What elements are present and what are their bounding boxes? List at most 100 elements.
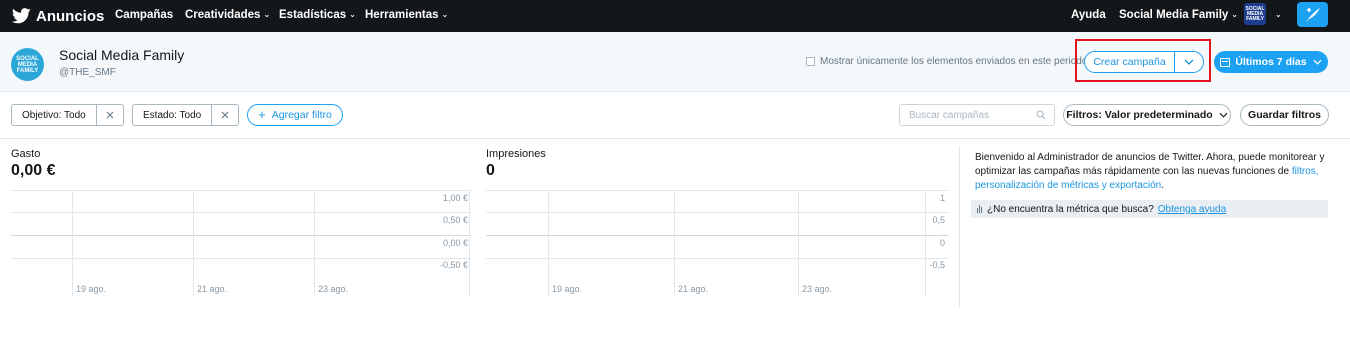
welcome-period: . bbox=[1161, 180, 1164, 191]
nav-creatives[interactable]: Creatividades ⌄ bbox=[185, 9, 270, 21]
nav-analytics[interactable]: Estadísticas ⌄ bbox=[279, 9, 356, 21]
search-icon bbox=[1036, 110, 1046, 120]
help-question: ¿No encuentra la métrica que busca? bbox=[987, 203, 1154, 215]
gridline bbox=[11, 258, 471, 259]
impressions-value: 0 bbox=[486, 162, 495, 179]
help-label: Ayuda bbox=[1071, 9, 1106, 21]
create-campaign-dropdown[interactable] bbox=[1174, 51, 1204, 73]
objective-filter-label[interactable]: Objetivo: Todo bbox=[12, 105, 97, 125]
gridline bbox=[486, 190, 948, 191]
close-icon[interactable] bbox=[212, 105, 238, 125]
save-filters-button[interactable]: Guardar filtros bbox=[1240, 104, 1329, 126]
get-help-link[interactable]: Obtenga ayuda bbox=[1158, 204, 1226, 215]
account-switcher-label: Social Media Family bbox=[1119, 9, 1229, 21]
spend-label: Gasto bbox=[11, 148, 41, 160]
gridline bbox=[486, 212, 948, 213]
status-filter-label[interactable]: Estado: Todo bbox=[133, 105, 213, 125]
only-sent-toggle[interactable]: Mostrar únicamente los elementos enviado… bbox=[806, 56, 1087, 67]
nav-tools-label: Herramientas bbox=[365, 9, 439, 21]
nav-creatives-label: Creatividades bbox=[185, 9, 261, 21]
y-tick-label: 1,00 € bbox=[442, 193, 468, 203]
only-sent-checkbox[interactable] bbox=[806, 57, 815, 66]
x-tick-label: 23 ago. bbox=[318, 284, 349, 294]
divider bbox=[959, 146, 960, 308]
y-tick-label: 0 bbox=[939, 238, 945, 248]
x-tick-label: 19 ago. bbox=[552, 284, 583, 294]
chevron-down-icon: ⌄ bbox=[349, 10, 356, 19]
account-avatar-large: SOCIAL MEDIA FAMILY bbox=[11, 48, 44, 81]
x-tick-label: 23 ago. bbox=[802, 284, 833, 294]
gridline bbox=[674, 190, 675, 296]
gridline bbox=[72, 190, 73, 296]
help-link[interactable]: Ayuda bbox=[1071, 9, 1106, 21]
nav-analytics-label: Estadísticas bbox=[279, 9, 347, 21]
create-campaign-button[interactable]: Crear campaña bbox=[1084, 51, 1175, 73]
account-avatar[interactable]: SOCIAL MEDIA FAMILY bbox=[1244, 3, 1266, 25]
account-handle: @THE_SMF bbox=[59, 67, 116, 78]
date-range-label: Últimos 7 días bbox=[1235, 56, 1307, 68]
welcome-message: Bienvenido al Administrador de anuncios … bbox=[975, 151, 1327, 193]
avatar-logo-text: SOCIAL MEDIA FAMILY bbox=[1245, 5, 1265, 22]
twitter-bird-icon bbox=[12, 8, 31, 24]
gridline bbox=[486, 258, 948, 259]
impressions-chart: 1 0,5 0 -0,5 19 ago. 21 ago. 23 ago. bbox=[486, 187, 948, 297]
nav-campaigns[interactable]: Campañas bbox=[115, 9, 173, 21]
avatar-menu-toggle[interactable]: ⌄ bbox=[1272, 9, 1282, 21]
only-sent-label: Mostrar únicamente los elementos enviado… bbox=[820, 56, 1088, 67]
chevron-down-icon: ⌄ bbox=[263, 10, 271, 19]
gridline bbox=[314, 190, 315, 296]
y-tick-label: -0,50 € bbox=[439, 260, 468, 270]
x-tick-label: 21 ago. bbox=[197, 284, 228, 294]
status-filter: Estado: Todo bbox=[132, 104, 240, 126]
brand[interactable]: Anuncios bbox=[12, 6, 104, 26]
brand-label: Anuncios bbox=[36, 7, 105, 25]
bar-chart-icon bbox=[977, 205, 983, 213]
y-tick-label: 0,5 bbox=[932, 215, 945, 225]
welcome-text: Bienvenido al Administrador de anuncios … bbox=[975, 152, 1325, 177]
gridline bbox=[798, 190, 799, 296]
metric-help-row: ¿No encuentra la métrica que busca? Obte… bbox=[971, 200, 1328, 218]
search-placeholder: Buscar campañas bbox=[909, 109, 990, 121]
y-tick-label: 0,50 € bbox=[442, 215, 468, 225]
objective-filter: Objetivo: Todo bbox=[11, 104, 124, 126]
y-tick-label: 0,00 € bbox=[442, 238, 468, 248]
gridline bbox=[469, 190, 470, 296]
account-switcher[interactable]: Social Media Family ⌄ bbox=[1119, 9, 1238, 21]
spend-value: 0,00 € bbox=[11, 162, 56, 179]
calendar-icon bbox=[1220, 57, 1231, 67]
chevron-down-icon: ⌄ bbox=[1275, 10, 1282, 19]
filters-preset-label: Filtros: Valor predeterminado bbox=[1066, 109, 1213, 121]
y-tick-label: 1 bbox=[939, 193, 945, 203]
gridline bbox=[11, 190, 471, 191]
compose-tweet-button[interactable] bbox=[1297, 2, 1328, 27]
chevron-down-icon bbox=[1313, 59, 1322, 65]
gridline bbox=[548, 190, 549, 296]
add-filter-button[interactable]: + Agregar filtro bbox=[247, 104, 343, 126]
gridline bbox=[925, 190, 926, 296]
nav-tools[interactable]: Herramientas ⌄ bbox=[365, 9, 448, 21]
impressions-label: Impresiones bbox=[486, 148, 546, 160]
add-filter-label: Agregar filtro bbox=[271, 109, 332, 121]
plus-icon: + bbox=[258, 107, 266, 122]
top-nav: Anuncios Campañas Creatividades ⌄ Estadís… bbox=[0, 0, 1350, 32]
chevron-down-icon: ⌄ bbox=[441, 10, 449, 19]
x-tick-label: 19 ago. bbox=[76, 284, 107, 294]
gridline bbox=[193, 190, 194, 296]
zero-line bbox=[486, 235, 948, 236]
y-tick-label: -0,5 bbox=[929, 260, 945, 270]
account-name: Social Media Family bbox=[59, 47, 185, 63]
chevron-down-icon bbox=[1184, 59, 1194, 65]
avatar-logo-text: SOCIAL MEDIA FAMILY bbox=[16, 55, 39, 74]
nav-campaigns-label: Campañas bbox=[115, 9, 174, 21]
zero-line bbox=[11, 235, 471, 236]
x-tick-label: 21 ago. bbox=[678, 284, 709, 294]
search-input[interactable]: Buscar campañas bbox=[899, 104, 1055, 126]
chevron-down-icon: ⌄ bbox=[1231, 10, 1238, 19]
date-range-button[interactable]: Últimos 7 días bbox=[1214, 51, 1328, 73]
gridline bbox=[11, 212, 471, 213]
filters-preset-button[interactable]: Filtros: Valor predeterminado bbox=[1063, 104, 1231, 126]
compose-feather-icon bbox=[1305, 7, 1320, 22]
chevron-down-icon bbox=[1219, 112, 1228, 118]
spend-chart: 1,00 € 0,50 € 0,00 € -0,50 € 19 ago. 21 … bbox=[11, 187, 471, 297]
close-icon[interactable] bbox=[97, 105, 123, 125]
